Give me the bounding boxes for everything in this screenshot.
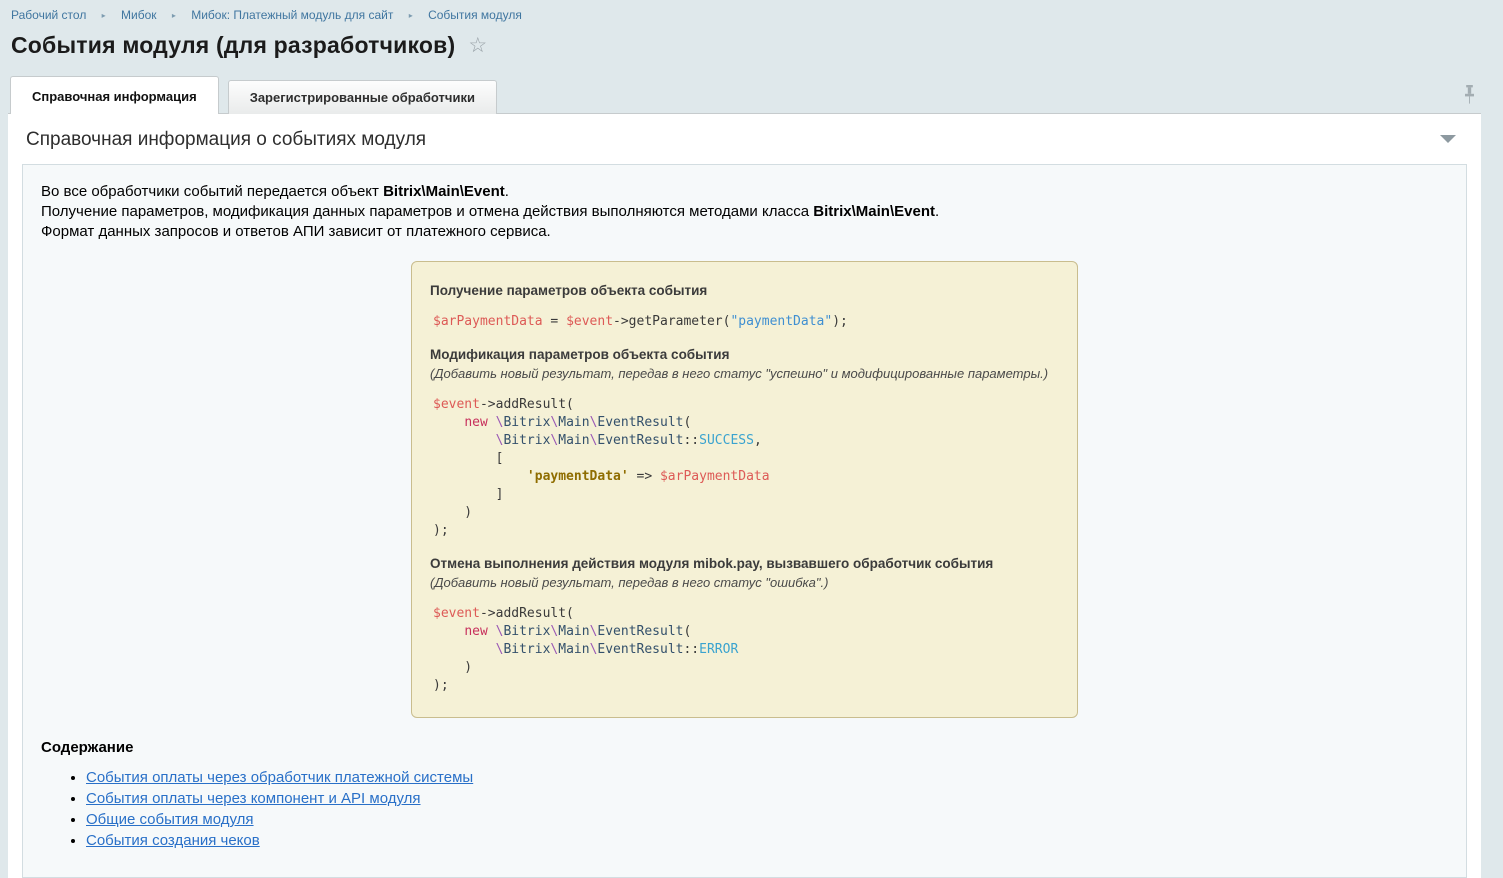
- toc-link-payment-handler-events[interactable]: События оплаты через обработчик платежно…: [86, 769, 473, 786]
- code-line: );: [430, 677, 1059, 695]
- toc-heading: Содержание: [41, 739, 1448, 756]
- code-section-modify-params: Модификация параметров объекта события (…: [430, 347, 1059, 540]
- list-item: Общие события модуля: [86, 811, 1448, 829]
- code-block: $event->addResult( new \Bitrix\Main\Even…: [430, 396, 1059, 540]
- code-line: \Bitrix\Main\EventResult::SUCCESS,: [430, 432, 1059, 450]
- list-item: События оплаты через обработчик платежно…: [86, 769, 1448, 787]
- code-section-note: (Добавить новый результат, передав в нег…: [430, 575, 1059, 590]
- code-section-cancel-action: Отмена выполнения действия модуля mibok.…: [430, 556, 1059, 695]
- section-header: Справочная информация о событиях модуля: [8, 114, 1481, 164]
- code-block: $event->addResult( new \Bitrix\Main\Even…: [430, 605, 1059, 695]
- breadcrumb-separator-icon: ▸: [102, 11, 106, 20]
- code-line: ): [430, 504, 1059, 522]
- breadcrumb-separator-icon: ▸: [172, 11, 176, 20]
- section-title: Справочная информация о событиях модуля: [26, 129, 426, 150]
- table-of-contents: Содержание События оплаты через обработч…: [41, 739, 1448, 850]
- code-block: $arPaymentData = $event->getParameter("p…: [430, 313, 1059, 331]
- toc-link-common-module-events[interactable]: Общие события модуля: [86, 811, 254, 828]
- code-line: $event->addResult(: [430, 396, 1059, 414]
- collapse-arrow-icon[interactable]: [1440, 135, 1456, 143]
- content-panel: Справочная информация о событиях модуля …: [8, 113, 1481, 878]
- tab-reference-info[interactable]: Справочная информация: [10, 76, 219, 114]
- code-section-note: (Добавить новый результат, передав в нег…: [430, 366, 1059, 381]
- toc-link-component-api-events[interactable]: События оплаты через компонент и API мод…: [86, 790, 421, 807]
- inner-content: Во все обработчики событий передается об…: [22, 164, 1467, 878]
- code-line: new \Bitrix\Main\EventResult(: [430, 623, 1059, 641]
- code-line: [: [430, 450, 1059, 468]
- breadcrumb: Рабочий стол ▸ Мибок ▸ Мибок: Платежный …: [0, 0, 1503, 27]
- intro-line-3: Формат данных запросов и ответов АПИ зав…: [41, 222, 1448, 242]
- code-line: new \Bitrix\Main\EventResult(: [430, 414, 1059, 432]
- breadcrumb-item-payment-module[interactable]: Мибок: Платежный модуль для сайт: [191, 8, 393, 22]
- code-line: \Bitrix\Main\EventResult::ERROR: [430, 641, 1059, 659]
- breadcrumb-item-module-events[interactable]: События модуля: [428, 8, 522, 22]
- code-section-get-params: Получение параметров объекта события $ar…: [430, 283, 1059, 331]
- tab-registered-handlers[interactable]: Зарегистрированные обработчики: [228, 80, 497, 114]
- code-section-heading: Модификация параметров объекта события: [430, 347, 1059, 362]
- breadcrumb-separator-icon: ▸: [409, 11, 413, 20]
- code-info-box: Получение параметров объекта события $ar…: [411, 261, 1078, 718]
- code-section-heading: Отмена выполнения действия модуля mibok.…: [430, 556, 1059, 571]
- intro-line-2: Получение параметров, модификация данных…: [41, 202, 1448, 222]
- code-line: ): [430, 659, 1059, 677]
- breadcrumb-item-mibok[interactable]: Мибок: [121, 8, 157, 22]
- page-title: События модуля (для разработчиков): [11, 32, 455, 59]
- favorite-star-icon[interactable]: ☆: [468, 35, 487, 56]
- list-item: События создания чеков: [86, 832, 1448, 850]
- intro-line-1: Во все обработчики событий передается об…: [41, 182, 1448, 202]
- toc-list: События оплаты через обработчик платежно…: [41, 769, 1448, 850]
- code-section-heading: Получение параметров объекта события: [430, 283, 1059, 298]
- code-line: 'paymentData' => $arPaymentData: [430, 468, 1059, 486]
- title-row: События модуля (для разработчиков) ☆: [0, 27, 1503, 59]
- code-line: );: [430, 522, 1059, 540]
- code-line: $arPaymentData = $event->getParameter("p…: [430, 313, 1059, 331]
- code-line: ]: [430, 486, 1059, 504]
- intro-paragraph: Во все обработчики событий передается об…: [41, 182, 1448, 242]
- tab-bar: Справочная информация Зарегистрированные…: [0, 76, 1503, 114]
- toc-link-receipt-creation-events[interactable]: События создания чеков: [86, 832, 260, 849]
- code-line: $event->addResult(: [430, 605, 1059, 623]
- list-item: События оплаты через компонент и API мод…: [86, 790, 1448, 808]
- breadcrumb-item-desktop[interactable]: Рабочий стол: [11, 8, 86, 22]
- pin-icon[interactable]: [1463, 84, 1476, 105]
